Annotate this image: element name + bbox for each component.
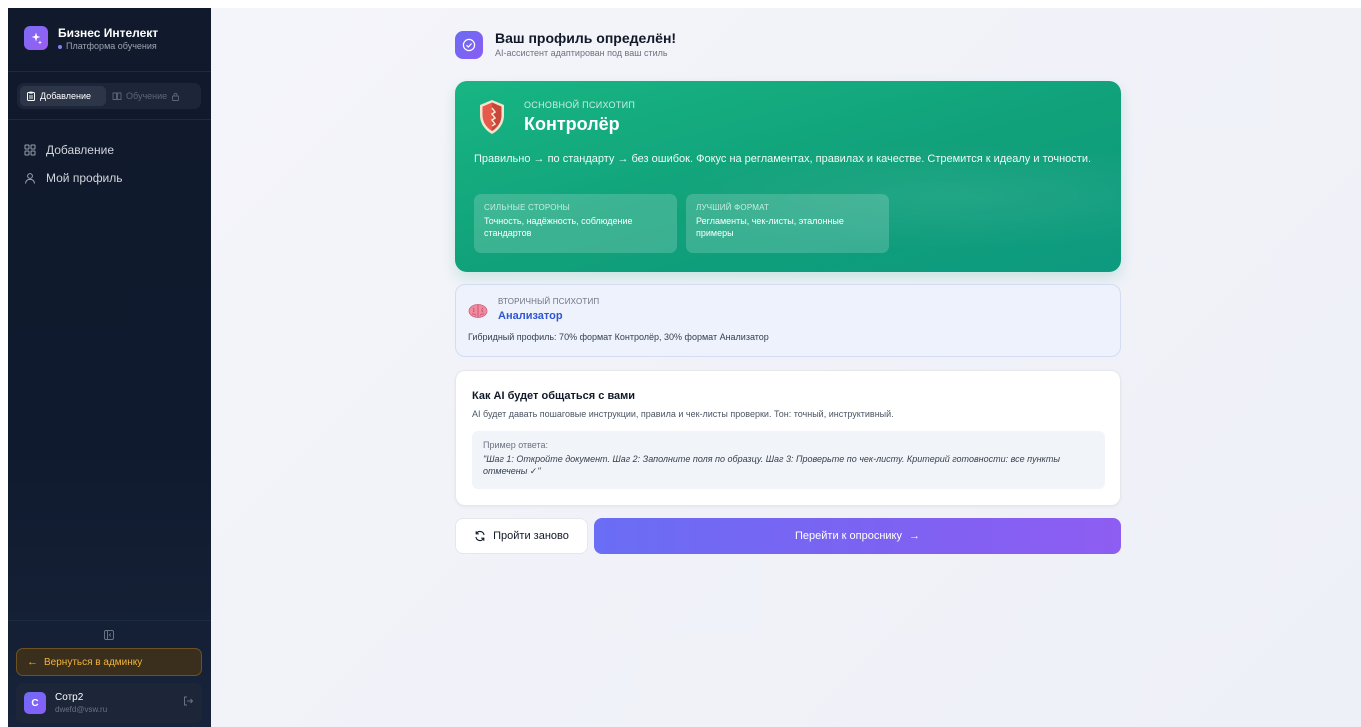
best-format-value: Регламенты, чек-листы, эталонные примеры [696, 216, 844, 238]
example-text: "Шаг 1: Откройте документ. Шаг 2: Заполн… [483, 454, 1061, 476]
brand-subtitle: Платформа обучения [58, 40, 158, 53]
page-subtitle: AI-ассистент адаптирован под ваш стиль [495, 48, 668, 58]
ai-card-title: Как AI будет общаться с вами [472, 390, 636, 402]
sidebar-divider [8, 119, 211, 120]
sidebar-divider [8, 71, 211, 72]
retry-button[interactable]: Пройти заново [455, 518, 588, 554]
brand: Бизнес Интелект Платформа обучения [24, 26, 158, 53]
mode-tab-learning: Обучение [106, 86, 190, 106]
example-answer-box: Пример ответа: "Шаг 1: Откройте документ… [472, 431, 1105, 489]
user-icon [25, 173, 35, 184]
avatar: С [24, 692, 46, 714]
go-to-survey-label: Перейти к опроснику [795, 530, 902, 542]
mode-switch: Добавление Обучение [17, 83, 201, 109]
clipboard-icon [27, 91, 35, 101]
page-title: Ваш профиль определён! [495, 30, 677, 46]
brand-subtitle-text: Платформа обучения [66, 41, 157, 51]
lock-icon [172, 92, 180, 101]
secondary-psychotype-card: ВТОРИЧНЫЙ ПСИХОТИП Анализатор Гибридный … [455, 284, 1121, 357]
app-window: Бизнес Интелект Платформа обучения Добав… [8, 8, 1361, 727]
mode-tab-learning-label: Обучение [126, 91, 168, 101]
check-circle-icon [455, 31, 483, 59]
user-card[interactable]: С Сотр2 dwefd@vsw.ru [16, 683, 202, 723]
sparkles-icon [24, 26, 48, 50]
primary-psychotype-card: ОСНОВНОЙ ПСИХОТИП Контролёр Правильно → … [455, 81, 1121, 272]
secondary-type-description: Гибридный профиль: 70% формат Контролёр,… [468, 332, 769, 342]
sidebar-item-profile-label: Мой профиль [46, 171, 123, 185]
logout-icon[interactable] [182, 694, 194, 712]
strengths-chip: СИЛЬНЫЕ СТОРОНЫ Точность, надёжность, со… [474, 194, 677, 253]
arrow-left-icon: ← [27, 656, 38, 668]
mode-tab-add-label: Добавление [40, 91, 91, 101]
retry-button-label: Пройти заново [493, 530, 569, 542]
user-name: Сотр2 [55, 691, 84, 703]
ai-communication-card: Как AI будет общаться с вами AI будет да… [455, 370, 1121, 506]
best-format-label: ЛУЧШИЙ ФОРМАТ [696, 203, 770, 212]
strengths-label: СИЛЬНЫЕ СТОРОНЫ [484, 203, 570, 212]
sidebar-divider [8, 620, 211, 621]
mode-tab-add[interactable]: Добавление [20, 86, 106, 106]
secondary-type-label: ВТОРИЧНЫЙ ПСИХОТИП [498, 297, 600, 306]
book-icon [112, 92, 122, 100]
back-to-admin-button[interactable]: ← Вернуться в админку [16, 648, 202, 676]
secondary-type-name[interactable]: Анализатор [498, 310, 563, 322]
refresh-icon [475, 530, 485, 542]
sidebar-item-profile[interactable]: Мой профиль [24, 164, 123, 192]
result-header: Ваш профиль определён! AI-ассистент адап… [455, 30, 676, 60]
best-format-chip: ЛУЧШИЙ ФОРМАТ Регламенты, чек-листы, эта… [686, 194, 889, 253]
sidebar-collapse-icon[interactable] [103, 628, 115, 646]
back-to-admin-label: Вернуться в админку [44, 656, 143, 668]
status-dot-icon [58, 44, 62, 49]
shield-icon [477, 99, 507, 140]
arrow-right-icon: → [908, 530, 920, 542]
brain-icon [468, 303, 488, 324]
primary-type-name: Контролёр [524, 114, 620, 134]
example-label: Пример ответа: [483, 440, 549, 450]
sidebar-nav: Добавление Мой профиль [24, 136, 123, 192]
go-to-survey-button[interactable]: Перейти к опроснику → [594, 518, 1121, 554]
ai-card-description: AI будет давать пошаговые инструкции, пр… [472, 409, 894, 419]
brand-title: Бизнес Интелект [58, 26, 159, 40]
strengths-value: Точность, надёжность, соблюдение стандар… [484, 216, 633, 238]
sidebar-item-add-label: Добавление [46, 143, 114, 157]
primary-type-description: Правильно → по стандарту → без ошибок. Ф… [474, 153, 1092, 165]
sidebar-item-add[interactable]: Добавление [24, 136, 123, 164]
primary-type-label: ОСНОВНОЙ ПСИХОТИП [524, 100, 636, 110]
user-email: dwefd@vsw.ru [55, 704, 108, 714]
sidebar: Бизнес Интелект Платформа обучения Добав… [8, 8, 211, 727]
grid-icon [24, 144, 36, 156]
